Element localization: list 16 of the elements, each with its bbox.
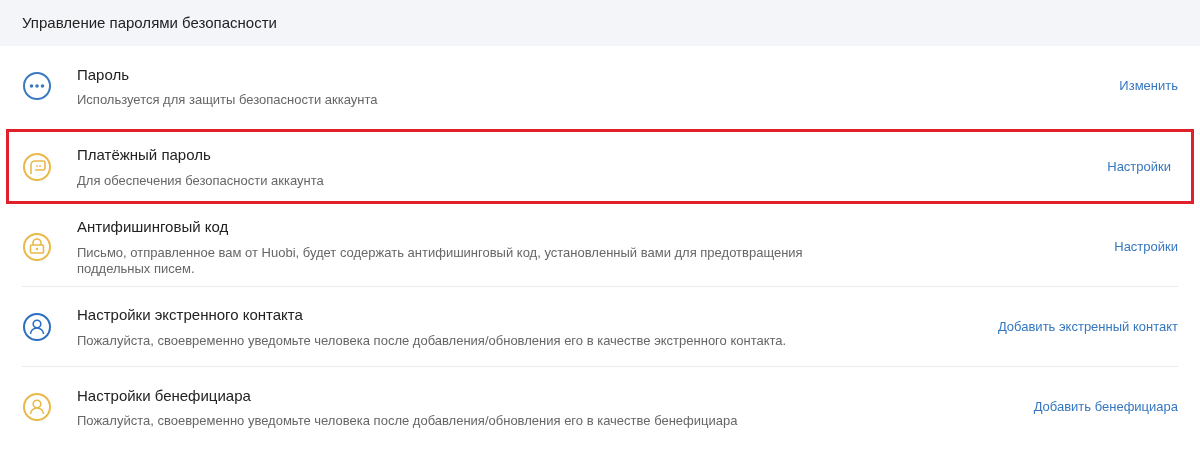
row-title: Настройки экстренного контакта xyxy=(77,305,304,326)
row-title: Пароль xyxy=(77,64,131,85)
row-description: Пожалуйста, своевременно уведомьте человека после добавления/обновления его в качестве бенефициара xyxy=(77,413,739,430)
row-description: Для обеспечения безопасности аккаунта xyxy=(77,172,325,189)
row-title: Платёжный пароль xyxy=(77,145,212,166)
action-link[interactable]: Добавить бенефициара xyxy=(1033,397,1178,417)
action-link[interactable]: Настройки xyxy=(1107,156,1171,177)
row-title: Настройки бенефициара xyxy=(77,385,252,406)
action-link[interactable]: Добавить экстренный контакт xyxy=(997,316,1178,337)
row-description: Используется для защиты безопасности аккаунта xyxy=(77,92,379,109)
action-link[interactable]: Изменить xyxy=(1119,76,1178,96)
action-link[interactable]: Настройки xyxy=(1114,236,1178,257)
row-description: Письмо, отправленное вам от Huobi, будет содержать антифишинговый код, установленный вами для предотвращения поддельных писем. xyxy=(77,244,804,277)
section-title: Управление паролями безопасности xyxy=(22,12,277,33)
row-title: Антифишинговый код xyxy=(77,217,230,238)
row-description: Пожалуйста, своевременно уведомьте человека после добавления/обновления его в качестве экстренного контакта. xyxy=(77,332,788,349)
